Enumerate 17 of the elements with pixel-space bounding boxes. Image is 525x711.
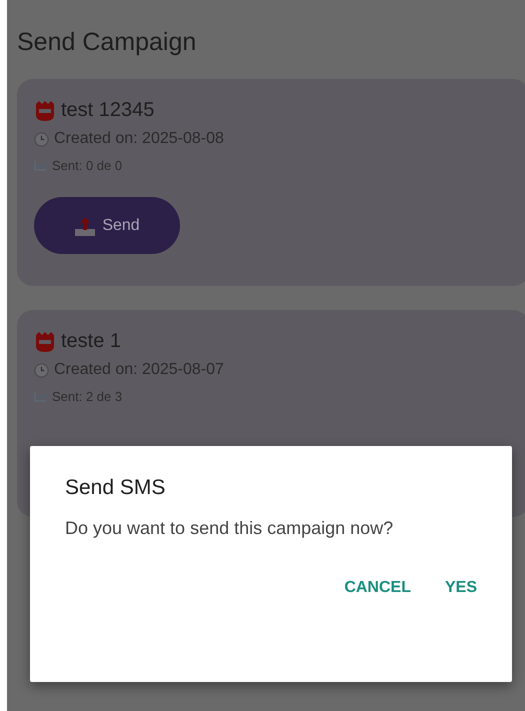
chart-icon	[34, 391, 47, 402]
screen-title: Send Campaign	[17, 28, 198, 57]
confirm-button[interactable]: YES	[442, 575, 479, 601]
created-date: Created on: 2025-08-07	[54, 361, 224, 379]
created-date: Created on: 2025-08-08	[54, 130, 224, 148]
clock-icon	[34, 362, 49, 378]
chart-icon	[34, 160, 47, 171]
dialog-title: Send SMS	[65, 476, 166, 500]
badge-icon	[34, 332, 56, 352]
cancel-button[interactable]: CANCEL	[342, 575, 413, 601]
dialog-message: Do you want to send this campaign now?	[65, 517, 394, 540]
badge-icon	[34, 100, 56, 120]
campaign-name: test 12345	[61, 99, 154, 122]
clock-icon	[34, 132, 49, 146]
campaign-name: teste 1	[61, 330, 122, 353]
upload-icon	[74, 214, 96, 236]
send-button[interactable]: Send	[34, 197, 180, 254]
